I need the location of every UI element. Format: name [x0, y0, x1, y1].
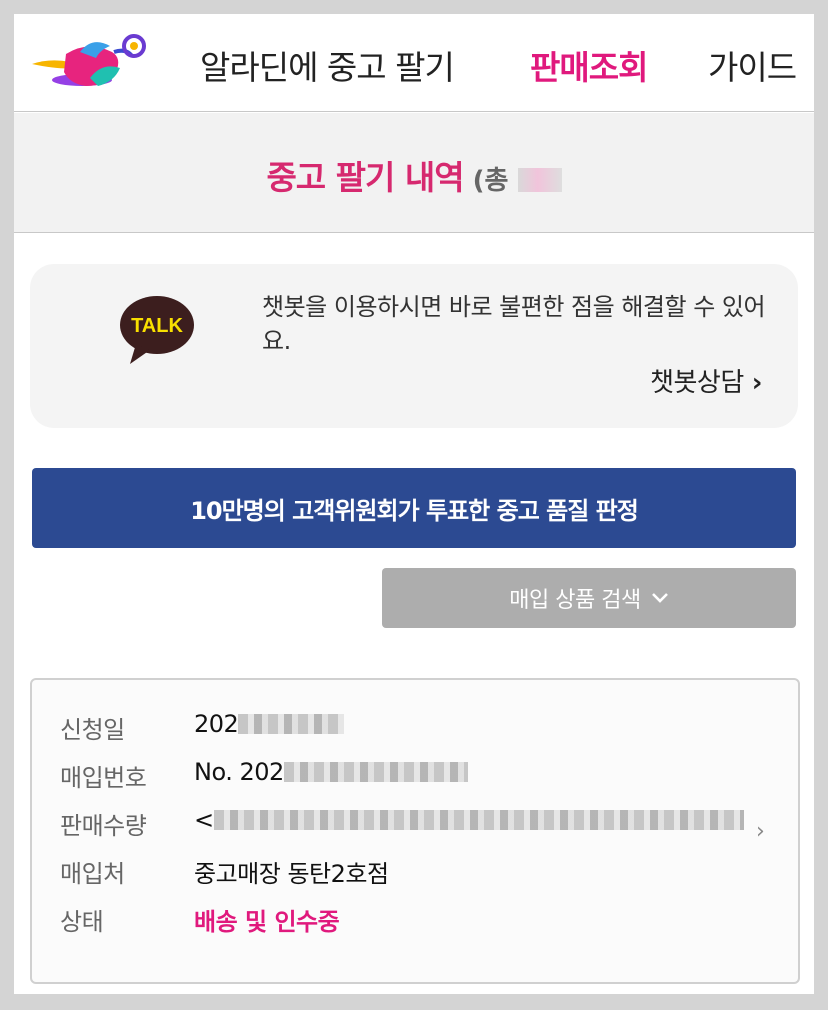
detail-value: 202 — [194, 710, 345, 738]
title-band: 중고 팔기 내역 (총 — [14, 113, 814, 233]
total-count-prefix: (총 — [472, 166, 509, 196]
chatbot-card: TALK 챗봇을 이용하시면 바로 불편한 점을 해결할 수 있어요. 챗봇상담… — [30, 264, 798, 428]
detail-value: < — [194, 806, 744, 834]
purchase-number-visible: No. 202 — [194, 758, 284, 786]
search-button-label: 매입 상품 검색 — [509, 588, 641, 613]
detail-label: 매입번호 — [60, 764, 147, 792]
detail-row-store: 매입처 중고매장 동탄2호점 — [60, 854, 780, 894]
detail-label: 판매수량 — [60, 812, 147, 840]
page: 알라딘에 중고 팔기 판매조회 가이드 중고 팔기 내역 (총 TALK 챗봇을… — [14, 14, 814, 994]
page-title-text: 중고 팔기 내역 — [266, 158, 464, 197]
detail-row-number: 매입번호 No. 202 — [60, 758, 780, 798]
detail-row-status: 상태 배송 및 인수중 — [60, 902, 780, 942]
nav-sell-used[interactable]: 알라딘에 중고 팔기 — [200, 41, 455, 89]
detail-label: 매입처 — [60, 860, 125, 888]
aladin-logo-icon[interactable] — [30, 28, 148, 94]
chatbot-message: 챗봇을 이용하시면 바로 불편한 점을 해결할 수 있어요. — [262, 293, 766, 355]
detail-row-quantity[interactable]: 판매수량 < — [60, 806, 780, 846]
detail-row-date: 신청일 202 — [60, 710, 780, 750]
chatbot-consult-label: 챗봇상담 — [650, 368, 744, 398]
kakaotalk-icon: TALK — [120, 296, 194, 364]
page-title: 중고 팔기 내역 (총 — [14, 151, 814, 199]
sale-detail-card: 신청일 202 매입번호 No. 202 판매수량 < › 매입처 중고매장 동… — [30, 678, 800, 984]
redacted-date — [238, 714, 345, 734]
quality-judgement-banner[interactable]: 10만명의 고객위원회가 투표한 중고 품질 판정 — [32, 468, 796, 548]
banner-label: 10만명의 고객위원회가 투표한 중고 품질 판정 — [190, 496, 639, 525]
purchased-item-search-button[interactable]: 매입 상품 검색 — [382, 568, 796, 628]
redacted-item-title — [213, 810, 744, 830]
nav-sale-inquiry[interactable]: 판매조회 — [530, 41, 648, 89]
chevron-right-icon[interactable]: › — [756, 819, 765, 844]
detail-value: 중고매장 동탄2호점 — [194, 860, 389, 888]
redacted-number — [283, 762, 468, 782]
chevron-down-icon — [651, 593, 668, 603]
chevron-right-icon: › — [751, 368, 763, 398]
apply-date-visible: 202 — [194, 710, 239, 738]
status-value: 배송 및 인수중 — [194, 908, 340, 936]
detail-label: 상태 — [60, 908, 104, 936]
nav-guide[interactable]: 가이드 — [708, 41, 797, 89]
detail-value: No. 202 — [194, 758, 468, 786]
quantity-visible: < — [194, 806, 214, 834]
redacted-count — [517, 168, 562, 192]
top-header: 알라딘에 중고 팔기 판매조회 가이드 — [14, 14, 814, 112]
detail-label: 신청일 — [60, 716, 125, 744]
total-count: (총 — [473, 166, 562, 196]
talk-icon-label: TALK — [131, 315, 183, 337]
chatbot-consult-link[interactable]: 챗봇상담 › — [650, 362, 762, 399]
